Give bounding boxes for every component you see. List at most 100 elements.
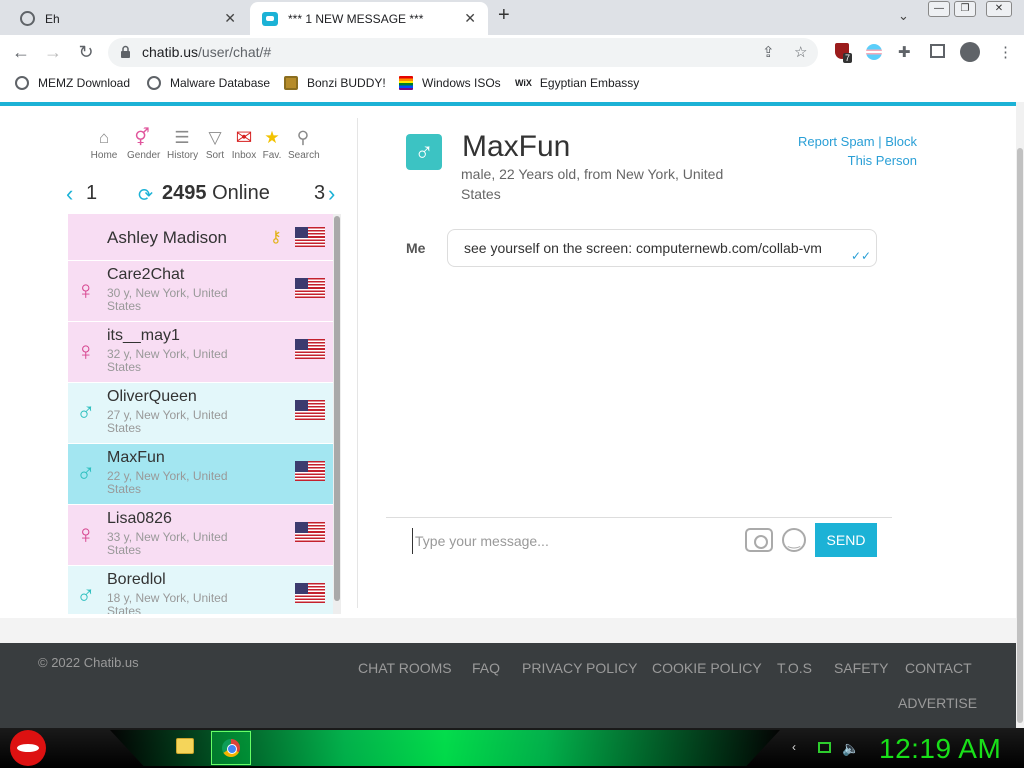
male-icon: ♂ bbox=[76, 458, 96, 488]
url-host: chatib.us bbox=[142, 44, 199, 60]
user-name: Lisa0826 bbox=[107, 510, 172, 527]
male-icon: ♂ bbox=[76, 580, 96, 610]
menu-kebab-icon[interactable]: ⋮ bbox=[998, 43, 1013, 61]
nav-label: Inbox bbox=[231, 150, 257, 161]
bookmark-item[interactable]: Windows ISOs bbox=[399, 76, 501, 90]
bookmark-label: Windows ISOs bbox=[422, 76, 501, 90]
user-name: OliverQueen bbox=[107, 388, 197, 405]
share-icon[interactable]: ⇪ bbox=[762, 43, 775, 61]
list-item[interactable]: ♀ Lisa0826 33 y, New York, United States bbox=[68, 505, 333, 566]
globe-icon bbox=[147, 76, 161, 90]
nav-label: History bbox=[167, 150, 199, 161]
list-item[interactable]: ♀ its__may1 32 y, New York, United State… bbox=[68, 322, 333, 383]
us-flag-icon bbox=[295, 461, 325, 481]
nav-favorites[interactable]: ★ Fav. bbox=[257, 128, 287, 161]
forward-arrow-icon[interactable]: → bbox=[42, 42, 64, 63]
us-flag-icon bbox=[295, 278, 325, 298]
us-flag-icon bbox=[295, 227, 325, 247]
bookmark-item[interactable]: Bonzi BUDDY! bbox=[284, 76, 386, 90]
bookmark-star-icon[interactable]: ☆ bbox=[794, 43, 807, 61]
prev-page-chevron-icon[interactable]: ‹ bbox=[66, 181, 73, 207]
page-scroll-thumb[interactable] bbox=[1017, 148, 1023, 723]
nav-sort[interactable]: ▽ Sort bbox=[200, 128, 230, 161]
list-item-selected[interactable]: ♂ MaxFun 22 y, New York, United States bbox=[68, 444, 333, 505]
user-details: 27 y, New York, United States bbox=[107, 408, 228, 435]
start-button-bird-icon[interactable] bbox=[10, 730, 46, 766]
user-name: Care2Chat bbox=[107, 266, 185, 283]
camera-icon[interactable] bbox=[745, 528, 773, 552]
nav-history[interactable]: ☰ History bbox=[167, 128, 199, 161]
close-window-button[interactable]: ✕ bbox=[986, 1, 1012, 17]
taskbar-clock[interactable]: 12:19 AM bbox=[879, 733, 1001, 765]
emoji-icon[interactable]: ‿ bbox=[782, 528, 806, 552]
prev-page-number[interactable]: 1 bbox=[86, 182, 97, 205]
bonzi-icon bbox=[284, 76, 298, 90]
bookmark-item[interactable]: Malware Database bbox=[147, 76, 270, 90]
footer-link-tos[interactable]: T.O.S bbox=[777, 660, 812, 676]
refresh-icon[interactable]: ⟳ bbox=[138, 185, 156, 206]
next-page-number[interactable]: 3 bbox=[314, 182, 325, 205]
file-explorer-icon[interactable] bbox=[176, 738, 194, 754]
send-button[interactable]: SEND bbox=[815, 523, 877, 557]
tab-eh[interactable]: Eh ✕ bbox=[8, 2, 248, 35]
user-name: Ashley Madison bbox=[107, 228, 228, 247]
bookmark-label: Malware Database bbox=[170, 76, 271, 90]
puzzle-extensions-icon[interactable]: ✚ bbox=[898, 43, 911, 61]
list-item-sponsored[interactable]: Ashley Madison ⚷ bbox=[68, 214, 333, 261]
list-item[interactable]: ♂ OliverQueen 27 y, New York, United Sta… bbox=[68, 383, 333, 444]
close-tab-icon[interactable]: ✕ bbox=[464, 10, 476, 27]
chrome-icon bbox=[222, 739, 240, 757]
network-icon[interactable] bbox=[818, 742, 831, 753]
user-name: its__may1 bbox=[107, 327, 180, 344]
lock-icon[interactable] bbox=[120, 45, 131, 59]
user-list-scroll-thumb[interactable] bbox=[334, 216, 340, 601]
nav-home[interactable]: ⌂ Home bbox=[89, 128, 119, 161]
read-check-icon: ✓✓ bbox=[851, 249, 872, 263]
address-bar[interactable]: chatib.us/user/chat/# bbox=[108, 38, 818, 67]
reload-icon[interactable]: ↻ bbox=[75, 42, 97, 63]
us-flag-icon bbox=[295, 339, 325, 359]
nav-gender[interactable]: ⚥ Gender bbox=[127, 128, 160, 161]
user-list[interactable]: Ashley Madison ⚷ ♀ Care2Chat 30 y, New Y… bbox=[68, 214, 333, 614]
user-details: 33 y, New York, United States bbox=[107, 530, 228, 557]
message-bubble: see yourself on the screen: computernewb… bbox=[447, 229, 877, 267]
footer-link-advertise[interactable]: ADVERTISE bbox=[898, 695, 977, 711]
footer-link-safety[interactable]: SAFETY bbox=[834, 660, 888, 676]
user-details: 32 y, New York, United States bbox=[107, 347, 228, 374]
compose-divider bbox=[386, 517, 892, 518]
column-divider bbox=[357, 118, 358, 608]
tray-chevron-icon[interactable]: ‹ bbox=[792, 740, 796, 754]
female-icon: ♀ bbox=[76, 336, 96, 366]
male-icon: ♂ bbox=[76, 397, 96, 427]
restore-button[interactable]: ❐ bbox=[954, 1, 976, 17]
close-tab-icon[interactable]: ✕ bbox=[224, 10, 236, 27]
footer-link-faq[interactable]: FAQ bbox=[472, 660, 500, 676]
volume-icon[interactable]: 🔈 bbox=[842, 740, 859, 757]
footer-link-privacy[interactable]: PRIVACY POLICY bbox=[522, 660, 637, 676]
us-flag-icon bbox=[295, 400, 325, 420]
report-block-link[interactable]: Report Spam | Block This Person bbox=[780, 132, 917, 170]
footer-link-contact[interactable]: CONTACT bbox=[905, 660, 972, 676]
footer-link-chat-rooms[interactable]: CHAT ROOMS bbox=[358, 660, 452, 676]
nav-label: Home bbox=[90, 150, 118, 161]
tab-search-chevron-icon[interactable]: ⌄ bbox=[898, 8, 909, 24]
back-arrow-icon[interactable]: ← bbox=[10, 42, 32, 63]
new-tab-button[interactable]: + bbox=[498, 4, 510, 27]
next-page-chevron-icon[interactable]: › bbox=[328, 181, 335, 207]
message-input[interactable] bbox=[412, 528, 732, 554]
bookmark-item[interactable]: WiX Egyptian Embassy bbox=[515, 76, 639, 90]
footer bbox=[0, 643, 1016, 728]
list-item[interactable]: ♂ Boredlol 18 y, New York, United States bbox=[68, 566, 333, 614]
nav-search[interactable]: ⚲ Search bbox=[288, 128, 320, 161]
nav-inbox[interactable]: ✉ Inbox bbox=[229, 128, 259, 161]
side-panel-icon[interactable] bbox=[930, 44, 945, 58]
minimize-button[interactable]: — bbox=[928, 1, 950, 17]
profile-avatar-icon[interactable] bbox=[960, 42, 980, 62]
online-label: Online bbox=[212, 182, 270, 204]
flag-extension-icon[interactable] bbox=[866, 44, 882, 60]
tab-chatib[interactable]: *** 1 NEW MESSAGE *** ✕ bbox=[250, 2, 488, 35]
footer-link-cookie[interactable]: COOKIE POLICY bbox=[652, 660, 762, 676]
list-item[interactable]: ♀ Care2Chat 30 y, New York, United State… bbox=[68, 261, 333, 322]
bookmark-item[interactable]: MEMZ Download bbox=[15, 76, 130, 90]
chat-favicon-icon bbox=[262, 11, 278, 26]
